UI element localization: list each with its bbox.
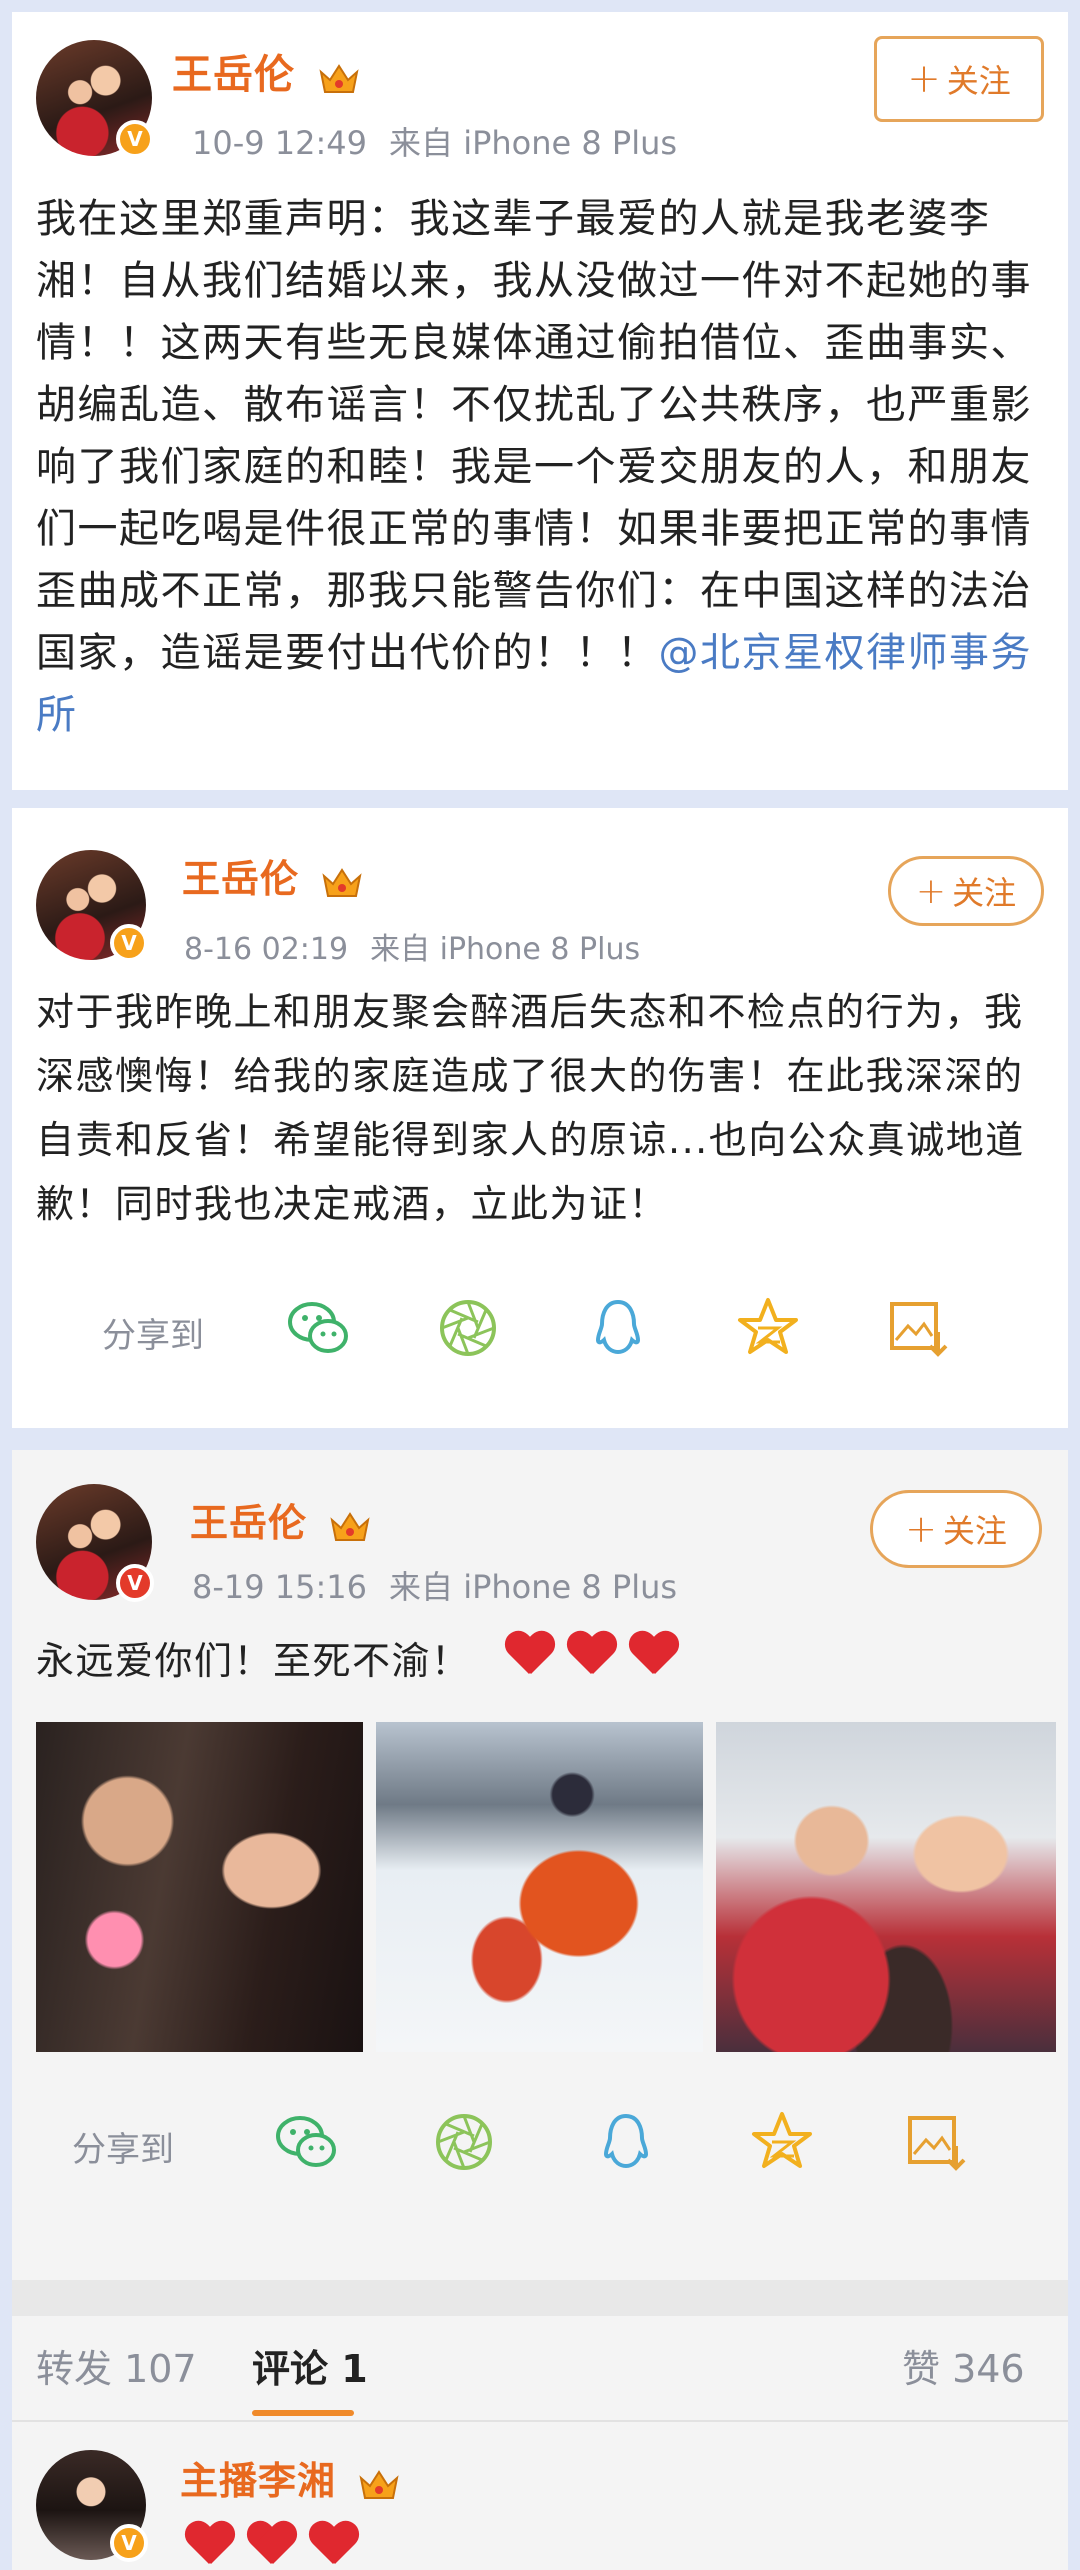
qzone-icon[interactable] (746, 2106, 818, 2178)
share-bar: 分享到 (12, 2092, 1068, 2192)
post-text: 永远爱你们！至死不渝！ (36, 1639, 471, 1683)
post-time: 8-19 15:16 (192, 1568, 368, 1606)
comment-hearts (184, 2522, 370, 2570)
post-content: 对于我昨晚上和朋友聚会醉酒后失态和不检点的行为，我深感懊悔！给我的家庭造成了很大… (36, 980, 1056, 1250)
follow-button-label: 关注 (942, 1512, 1007, 1550)
heart-icon (308, 2522, 358, 2568)
post-source: 来自 iPhone 8 Plus (370, 932, 641, 967)
crown-icon (329, 1509, 371, 1543)
tab-repost[interactable]: 转发 107 (36, 2338, 197, 2393)
crown-icon (358, 2467, 400, 2501)
post-username-row[interactable]: 王岳伦 (190, 1492, 371, 1547)
interaction-tabs: 转发 107 评论 1 赞 346 (12, 2320, 1068, 2422)
photo-thumbnail-3[interactable] (716, 1722, 1056, 2052)
post-text: 我在这里郑重声明：我这辈子最爱的人就是我老婆李湘！自从我们结婚以来，我从没做过一… (36, 196, 1032, 676)
verified-badge-icon: V (110, 2524, 148, 2562)
post-source: 来自 iPhone 8 Plus (389, 124, 678, 162)
post-username[interactable]: 王岳伦 (190, 1501, 307, 1545)
save-image-icon[interactable] (882, 1292, 954, 1364)
heart-icon (504, 1632, 554, 1678)
commenter-avatar[interactable]: V (36, 2450, 148, 2562)
photo-thumbnail-1[interactable] (36, 1722, 363, 2052)
share-label: 分享到 (102, 1316, 204, 1356)
post-time: 8-16 02:19 (184, 932, 349, 967)
commenter-username[interactable]: 主播李湘 (180, 2459, 336, 2503)
post-content: 我在这里郑重声明：我这辈子最爱的人就是我老婆李湘！自从我们结婚以来，我从没做过一… (36, 188, 1056, 748)
post-username[interactable]: 王岳伦 (172, 52, 295, 98)
plus-icon: + (915, 870, 947, 912)
avatar[interactable]: V (36, 40, 154, 158)
weibo-post-1: V 王岳伦 10-9 12:49 来自 iPhone 8 Plus + 关注 我在… (0, 0, 1080, 790)
plus-icon: + (907, 56, 941, 102)
crown-icon (318, 60, 360, 94)
moments-icon[interactable] (432, 1292, 504, 1364)
post-username[interactable]: 王岳伦 (182, 857, 299, 901)
heart-icon (246, 2522, 296, 2568)
heart-icon (628, 1632, 678, 1678)
tabs-divider (12, 2420, 1068, 2422)
post-content: 永远爱你们！至死不渝！ (36, 1628, 1056, 1698)
photo-thumbnail-2[interactable] (376, 1722, 703, 2052)
qq-icon[interactable] (590, 2106, 662, 2178)
save-image-icon[interactable] (900, 2106, 972, 2178)
tab-like[interactable]: 赞 346 (902, 2338, 1025, 2393)
weibo-post-3: V 王岳伦 8-19 15:16 来自 iPhone 8 Plus + 关注 永远… (0, 1450, 1080, 2570)
verified-badge-icon: V (116, 120, 154, 158)
moments-icon[interactable] (428, 2106, 500, 2178)
follow-button[interactable]: + 关注 (888, 856, 1044, 926)
post-meta: 10-9 12:49 来自 iPhone 8 Plus (192, 118, 677, 164)
post-meta: 8-19 15:16 来自 iPhone 8 Plus (192, 1562, 677, 1608)
post-text: 对于我昨晚上和朋友聚会醉酒后失态和不检点的行为，我深感懊悔！给我的家庭造成了很大… (36, 990, 1025, 1226)
follow-button[interactable]: + 关注 (870, 1490, 1042, 1568)
follow-button-label: 关注 (946, 62, 1011, 100)
share-label: 分享到 (72, 2130, 174, 2170)
active-tab-indicator (252, 2410, 354, 2416)
qzone-icon[interactable] (732, 1292, 804, 1364)
qq-icon[interactable] (582, 1292, 654, 1364)
post-meta: 8-16 02:19 来自 iPhone 8 Plus (184, 924, 640, 968)
comment-item: V 主播李湘 (12, 2440, 1068, 2570)
screenshot-page: V 王岳伦 10-9 12:49 来自 iPhone 8 Plus + 关注 我在… (0, 0, 1080, 2570)
post-time: 10-9 12:49 (192, 124, 368, 162)
heart-icon (184, 2522, 234, 2568)
follow-button-label: 关注 (952, 874, 1017, 912)
post-username-row[interactable]: 王岳伦 (172, 42, 360, 100)
share-bar: 分享到 (12, 1278, 1068, 1378)
post-username-row[interactable]: 王岳伦 (182, 848, 363, 903)
plus-icon: + (905, 1507, 937, 1551)
verified-badge-icon: V (116, 1564, 154, 1602)
wechat-icon[interactable] (270, 2106, 342, 2178)
crown-icon (321, 865, 363, 899)
section-divider (12, 2280, 1068, 2316)
photo-grid (36, 1722, 1056, 2052)
follow-button[interactable]: + 关注 (874, 36, 1044, 122)
avatar[interactable]: V (36, 1484, 154, 1602)
heart-emoji-group (504, 1643, 690, 1687)
heart-icon (566, 1632, 616, 1678)
avatar[interactable]: V (36, 850, 148, 962)
weibo-post-2: V 王岳伦 8-16 02:19 来自 iPhone 8 Plus + 关注 对于… (0, 808, 1080, 1428)
verified-badge-icon: V (110, 924, 148, 962)
commenter-username-row[interactable]: 主播李湘 (180, 2450, 400, 2505)
wechat-icon[interactable] (282, 1292, 354, 1364)
tab-comment[interactable]: 评论 1 (252, 2338, 368, 2393)
post-source: 来自 iPhone 8 Plus (389, 1568, 678, 1606)
